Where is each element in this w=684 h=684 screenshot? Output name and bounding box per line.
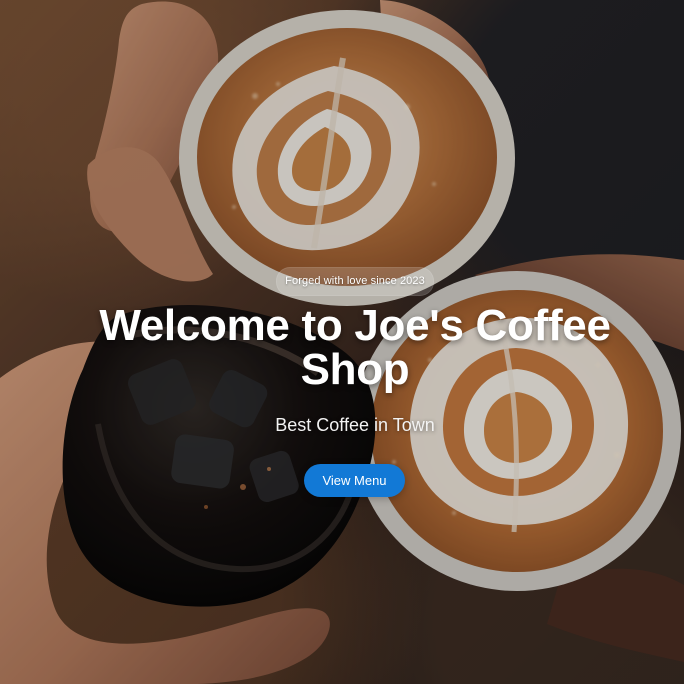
hero-subtitle: Best Coffee in Town [275, 415, 435, 435]
foam-texture [232, 82, 620, 515]
origin-badge: Forged with love since 2023 [276, 267, 434, 296]
upper-hand [87, 0, 490, 282]
view-menu-button[interactable]: View Menu [304, 464, 405, 497]
coffee-background-image [0, 0, 684, 684]
hero-content: Forged with love since 2023 Welcome to J… [0, 0, 684, 684]
hero-section: Forged with love since 2023 Welcome to J… [0, 0, 684, 684]
left-hand [0, 341, 330, 684]
hero-overlay [0, 0, 684, 684]
top-latte-cup [179, 10, 515, 306]
right-hand [475, 254, 684, 662]
bottom-right-latte-cup [353, 271, 681, 591]
hero-title: Welcome to Joe's Coffee Shop [99, 301, 611, 394]
black-coffee-glass [62, 304, 376, 607]
